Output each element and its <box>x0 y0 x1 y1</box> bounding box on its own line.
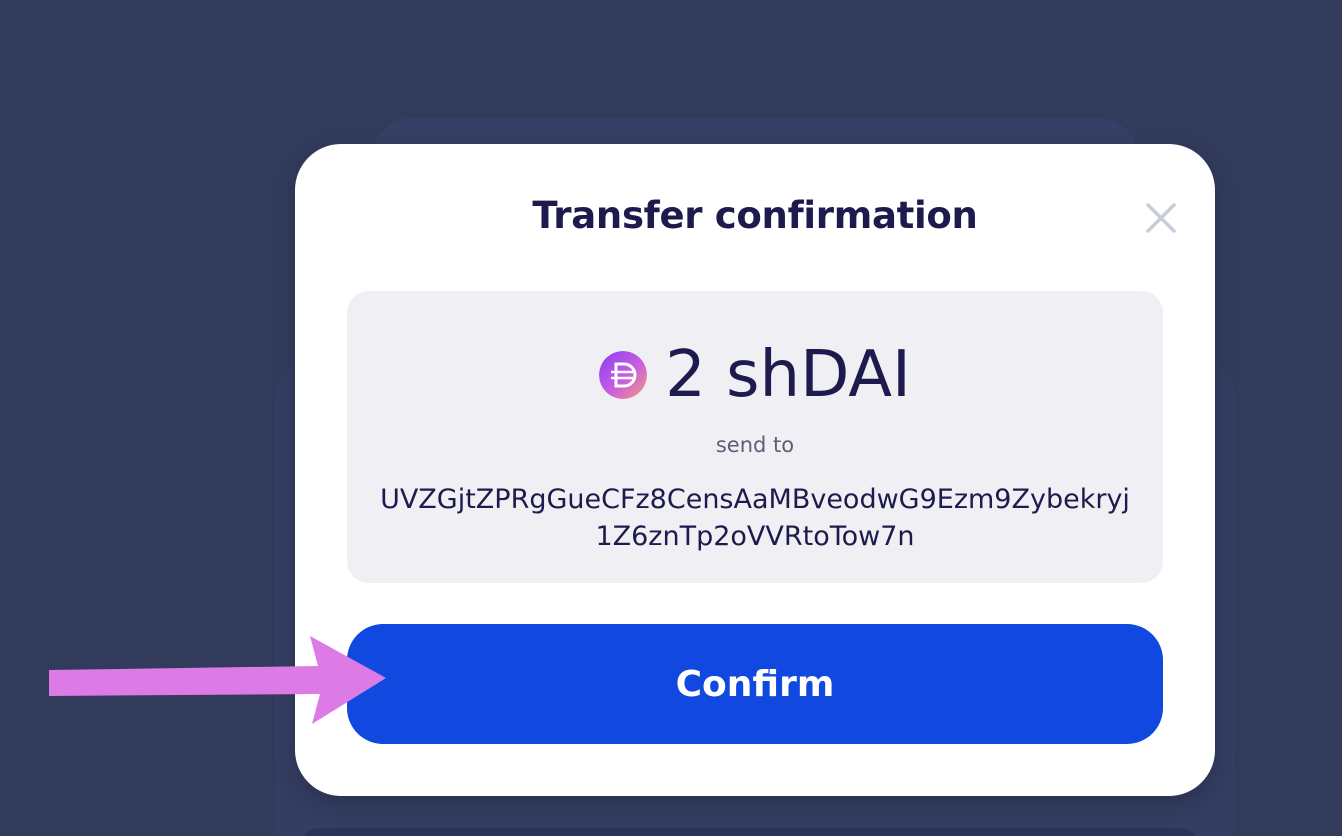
confirm-button[interactable]: Confirm <box>347 624 1163 744</box>
close-icon <box>1146 203 1176 233</box>
close-button[interactable] <box>1143 200 1179 236</box>
send-to-label: send to <box>715 433 795 457</box>
background-bottom-card <box>300 828 1200 836</box>
dai-token-icon <box>599 351 648 399</box>
transfer-amount: 2 shDAI <box>665 338 911 412</box>
transfer-confirmation-modal: Transfer confirmation 2 shDAI send to UV… <box>295 144 1215 796</box>
transfer-summary: 2 shDAI send to UVZGjtZPRgGueCFz8CensAaM… <box>347 291 1163 583</box>
modal-title: Transfer confirmation <box>532 194 978 237</box>
amount-row: 2 shDAI <box>347 335 1163 415</box>
recipient-address: UVZGjtZPRgGueCFz8CensAaMBveodwG9Ezm9Zybe… <box>380 484 1130 552</box>
